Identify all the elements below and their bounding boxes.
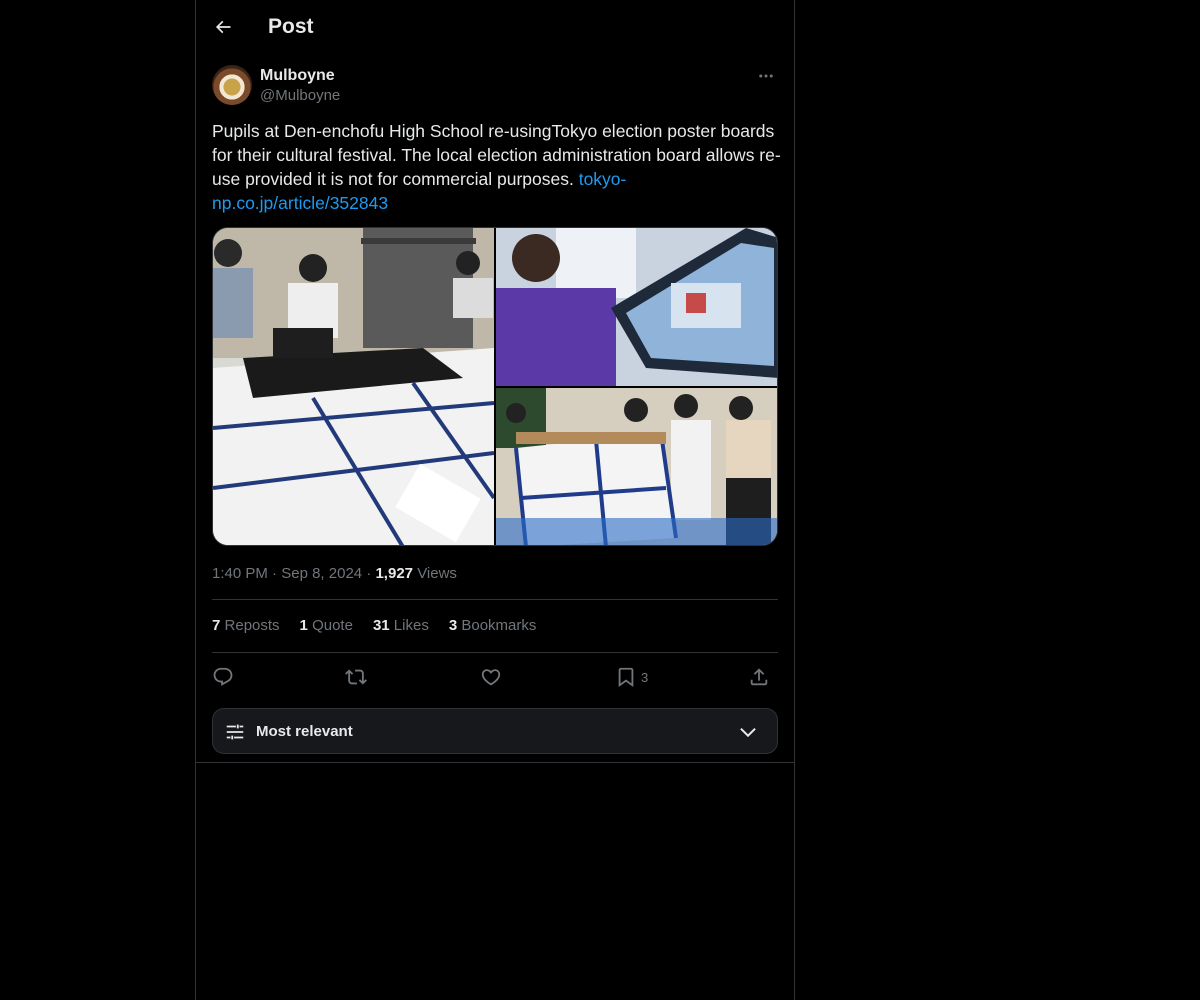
repost-icon xyxy=(345,669,367,685)
post-text: Pupils at Den-enchofu High School re-usi… xyxy=(212,119,782,215)
sort-replies-dropdown[interactable]: Most relevant xyxy=(212,708,778,754)
post-column: Post Mulboyne @Mulboyne Pupils at Den-en… xyxy=(195,0,795,1000)
views-count: 1,927 xyxy=(375,565,414,582)
likes-count: 31 xyxy=(372,617,390,634)
likes-label: Likes xyxy=(393,617,429,634)
author-handle[interactable]: @Mulboyne xyxy=(260,86,340,106)
views-label: Views xyxy=(417,565,457,582)
repost-button[interactable] xyxy=(345,664,367,690)
quotes-count: 1 xyxy=(299,617,308,634)
media-photo-students-painting[interactable] xyxy=(213,228,494,545)
bookmarks-stat[interactable]: 3 Bookmarks xyxy=(449,616,537,636)
post-date[interactable]: Sep 8, 2024 xyxy=(281,565,362,582)
back-button[interactable] xyxy=(207,11,239,43)
sort-label: Most relevant xyxy=(256,723,353,740)
meta-separator: · xyxy=(272,565,278,582)
heart-icon xyxy=(481,669,501,686)
quotes-label: Quote xyxy=(312,617,353,634)
page-title: Post xyxy=(268,15,314,38)
post-media-grid xyxy=(212,227,778,546)
bookmarks-label: Bookmarks xyxy=(461,617,537,634)
post-meta: 1:40 PM · Sep 8, 2024 · 1,927 Views xyxy=(212,564,457,584)
photo-students-box-image xyxy=(496,388,777,545)
more-options-button[interactable] xyxy=(754,64,778,88)
more-horizontal-icon xyxy=(759,74,773,78)
bookmarks-count: 3 xyxy=(448,617,458,634)
reposts-count: 7 xyxy=(212,617,221,634)
bookmark-button[interactable]: 3 xyxy=(615,664,648,690)
divider xyxy=(212,652,778,653)
avatar[interactable] xyxy=(212,65,252,105)
post-stats: 7 Reposts 1 Quote 31 Likes 3 Bookmarks xyxy=(212,616,536,636)
post-author: Mulboyne @Mulboyne xyxy=(212,64,778,108)
share-icon xyxy=(750,668,768,686)
chevron-down-icon xyxy=(740,727,756,738)
meta-separator-2: · xyxy=(366,565,372,582)
media-photo-students-box[interactable] xyxy=(496,388,777,545)
bookmark-icon xyxy=(618,667,634,688)
quotes-stat[interactable]: 1 Quote xyxy=(300,616,353,636)
arrow-left-icon xyxy=(215,20,231,34)
photo-students-painting-image xyxy=(213,228,494,545)
photo-student-tablet-image xyxy=(496,228,777,386)
page-header: Post xyxy=(196,0,794,54)
post-time[interactable]: 1:40 PM xyxy=(212,565,268,582)
post-actions: 3 xyxy=(212,664,778,690)
reposts-label: Reposts xyxy=(224,617,280,634)
divider xyxy=(212,599,778,600)
reposts-stat[interactable]: 7 Reposts xyxy=(212,616,280,636)
media-photo-student-tablet[interactable] xyxy=(496,228,777,386)
post-body: Pupils at Den-enchofu High School re-usi… xyxy=(212,121,781,189)
reply-icon xyxy=(213,667,233,686)
like-button[interactable] xyxy=(480,664,502,690)
author-display-name[interactable]: Mulboyne xyxy=(260,66,335,86)
share-button[interactable] xyxy=(748,664,770,690)
divider xyxy=(196,762,794,763)
likes-stat[interactable]: 31 Likes xyxy=(373,616,429,636)
reply-button[interactable] xyxy=(212,664,234,690)
sliders-icon xyxy=(226,724,244,740)
bookmark-action-count: 3 xyxy=(641,669,649,685)
